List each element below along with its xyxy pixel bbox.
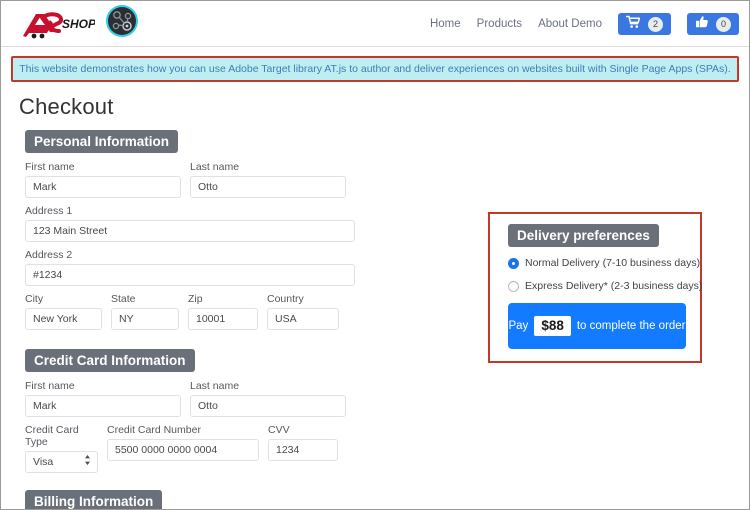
browser-page: SHOP Home Products About Demo 2 0 This w… xyxy=(0,0,750,510)
field-state: State xyxy=(111,293,179,330)
brand-text: SHOP xyxy=(62,17,95,31)
field-cvv: CVV xyxy=(268,424,338,473)
input-cc-first-name[interactable] xyxy=(25,395,181,417)
label-cc-first-name: First name xyxy=(25,380,75,392)
nav-item-about-demo[interactable]: About Demo xyxy=(538,18,602,30)
label-cc-number: Credit Card Number xyxy=(107,424,201,436)
credit-card-information-form: First name Last name Credit Card Type xyxy=(25,380,355,480)
section-heading-personal-information: Personal Information xyxy=(25,130,179,153)
nav-item-home[interactable]: Home xyxy=(430,18,461,30)
select-cc-type[interactable] xyxy=(25,451,98,473)
pay-button-prefix: Pay xyxy=(508,320,529,332)
label-country: Country xyxy=(267,293,304,305)
field-personal-first-name: First name xyxy=(25,161,181,198)
field-zip: Zip xyxy=(188,293,258,330)
field-cc-first-name: First name xyxy=(25,380,181,417)
demo-notice-banner: This website demonstrates how you can us… xyxy=(11,56,739,82)
section-heading-credit-card-information: Credit Card Information xyxy=(25,349,195,372)
cart-button[interactable]: 2 xyxy=(618,13,671,35)
section-heading-billing-information: Billing Information xyxy=(25,490,163,509)
label-cc-type: Credit Card Type xyxy=(25,424,79,448)
label-address1: Address 1 xyxy=(25,205,73,217)
field-country: Country xyxy=(267,293,339,330)
field-city: City xyxy=(25,293,102,330)
radio-icon-express-delivery[interactable] xyxy=(508,280,519,292)
shopping-cart-icon xyxy=(625,15,641,34)
field-address2: Address 2 xyxy=(25,249,355,286)
site-header: SHOP Home Products About Demo 2 0 xyxy=(1,1,749,47)
personal-information-form: First name Last name Address 1 Address 2… xyxy=(25,161,355,337)
radio-label-normal-delivery: Normal Delivery (7-10 business days) xyxy=(525,257,701,269)
radio-option-normal-delivery[interactable]: Normal Delivery (7-10 business days) xyxy=(508,257,700,269)
likes-count-badge: 0 xyxy=(716,16,731,32)
input-personal-first-name[interactable] xyxy=(25,176,181,198)
input-country[interactable] xyxy=(267,308,339,330)
select-wrap-cc-type xyxy=(25,451,98,473)
likes-button[interactable]: 0 xyxy=(687,13,739,35)
label-personal-last-name: Last name xyxy=(190,161,240,173)
cart-count-badge: 2 xyxy=(648,16,663,32)
nav-item-products[interactable]: Products xyxy=(477,18,522,30)
field-cc-type: Credit Card Type xyxy=(25,424,98,473)
input-cvv[interactable] xyxy=(268,439,338,461)
adobe-target-nodes-icon xyxy=(105,4,139,43)
label-cvv: CVV xyxy=(268,424,290,436)
field-personal-last-name: Last name xyxy=(190,161,346,198)
pay-button-amount: $88 xyxy=(534,315,571,337)
label-zip: Zip xyxy=(188,293,203,305)
input-cc-number[interactable] xyxy=(107,439,259,461)
radio-option-express-delivery[interactable]: Express Delivery* (2-3 business days) xyxy=(508,280,702,292)
input-zip[interactable] xyxy=(188,308,258,330)
label-personal-first-name: First name xyxy=(25,161,75,173)
input-cc-last-name[interactable] xyxy=(190,395,346,417)
label-address2: Address 2 xyxy=(25,249,73,261)
notice-wrap: This website demonstrates how you can us… xyxy=(1,47,749,82)
pay-button[interactable]: Pay $88 to complete the order xyxy=(508,303,686,349)
label-city: City xyxy=(25,293,44,305)
pay-button-suffix: to complete the order xyxy=(576,320,686,332)
thumbs-up-icon xyxy=(695,15,709,34)
input-address1[interactable] xyxy=(25,220,355,242)
label-cc-last-name: Last name xyxy=(190,380,240,392)
field-cc-number: Credit Card Number xyxy=(107,424,259,473)
section-heading-delivery-preferences: Delivery preferences xyxy=(508,224,659,247)
radio-label-express-delivery: Express Delivery* (2-3 business days) xyxy=(525,280,703,292)
input-address2[interactable] xyxy=(25,264,355,286)
radio-icon-normal-delivery[interactable] xyxy=(508,257,519,269)
ashop-cart-logo-icon: SHOP xyxy=(17,7,95,41)
input-personal-last-name[interactable] xyxy=(190,176,346,198)
input-state[interactable] xyxy=(111,308,179,330)
field-cc-last-name: Last name xyxy=(190,380,346,417)
label-state: State xyxy=(111,293,136,305)
main-content: Checkout Personal Information First name… xyxy=(1,94,749,509)
primary-nav: Home Products About Demo 2 0 xyxy=(430,1,739,47)
page-title: Checkout xyxy=(19,94,114,119)
input-city[interactable] xyxy=(25,308,102,330)
brand[interactable]: SHOP xyxy=(17,4,139,43)
field-address1: Address 1 xyxy=(25,205,355,242)
delivery-preferences-panel: Delivery preferences Normal Delivery (7-… xyxy=(488,212,702,363)
